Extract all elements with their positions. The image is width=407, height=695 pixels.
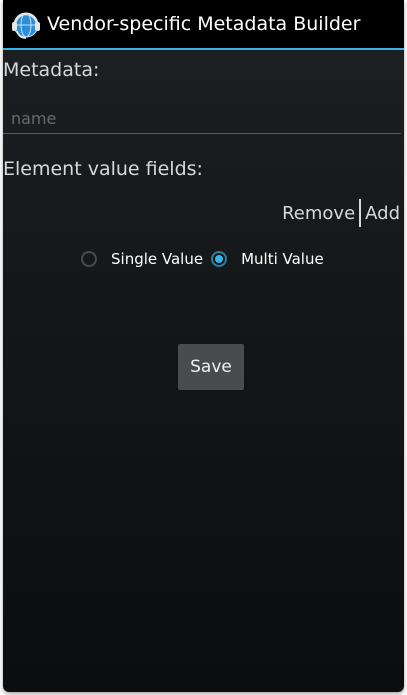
remove-button[interactable]: Remove <box>278 203 359 224</box>
action-bar: Vendor-specific Metadata Builder <box>3 0 404 50</box>
save-button[interactable]: Save <box>178 344 244 390</box>
field-actions: Remove Add <box>278 198 404 228</box>
name-input[interactable] <box>3 104 401 134</box>
value-type-radio-group: Single Value Multi Value <box>81 250 330 268</box>
radio-checked-icon <box>211 251 228 267</box>
multi-value-label: Multi Value <box>241 250 324 268</box>
add-button[interactable]: Add <box>361 203 404 224</box>
single-value-label: Single Value <box>111 250 204 268</box>
metadata-section-label: Metadata: <box>3 59 100 81</box>
radio-unchecked-icon <box>81 251 97 267</box>
app-screen: Vendor-specific Metadata Builder Metadat… <box>3 0 404 692</box>
element-value-fields-label: Element value fields: <box>3 158 203 180</box>
headset-globe-icon <box>12 12 40 39</box>
single-value-radio[interactable]: Single Value <box>81 250 203 268</box>
app-title: Vendor-specific Metadata Builder <box>47 13 361 35</box>
multi-value-radio[interactable]: Multi Value <box>211 250 324 268</box>
